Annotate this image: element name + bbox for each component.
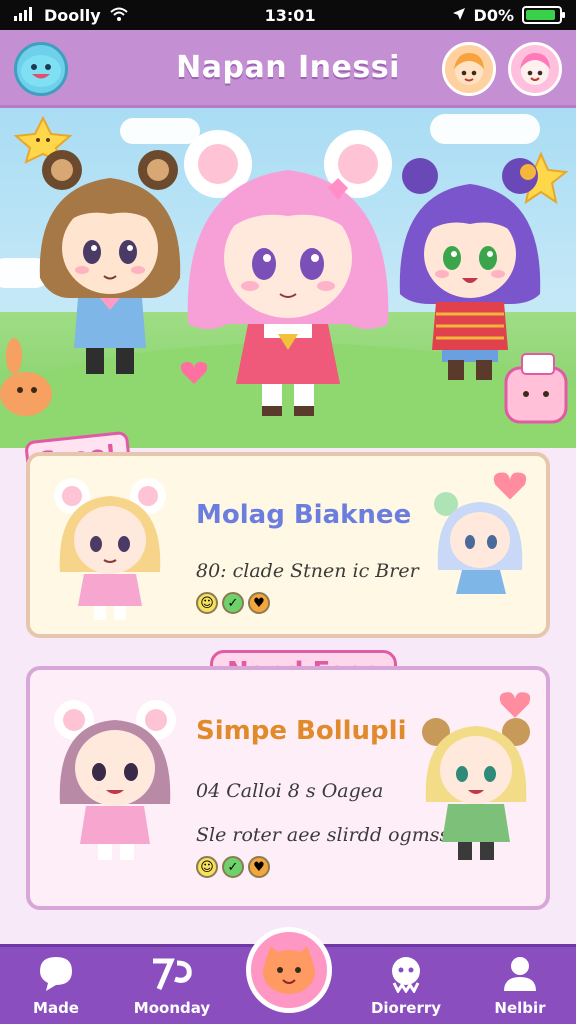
battery-level [526,10,555,20]
carrier-name: Doolly [44,5,101,25]
friend-avatar-icon[interactable] [442,42,496,96]
hero-scene [0,108,576,448]
app-header: Napan Inessi [0,30,576,108]
location-icon [452,6,466,25]
page-title: Napan Inessi [176,50,400,85]
heart-icon [493,472,527,500]
leaf-badge-icon: ✓ [222,856,244,878]
nav-item-diorerry[interactable]: Diorerry [356,953,456,1017]
heart-badge-icon: ♥ [248,592,270,614]
nav-label: Diorerry [370,999,442,1017]
nav-item-moonday[interactable]: Moonday [122,953,222,1017]
ghost-face-icon [392,957,420,993]
card-subtitle: 80: clade Stnen ic Brer [196,560,419,582]
mascot-home-icon [263,946,315,994]
card-title: Simpe Bollupli [196,716,407,746]
heart-icon [180,362,208,384]
card-title: Molag Biaknee [196,500,412,530]
heart-badge-icon: ♥ [248,856,270,878]
calendar-sparkle-icon [153,958,192,990]
card-subtitle: 04 Calloi 8 s Oagea [196,780,384,802]
heart-icon [499,692,531,718]
signal-icon [14,6,36,25]
chat-bubble-icon [40,957,72,991]
smile-badge-icon: ☺ [196,592,218,614]
nav-item-made[interactable]: Made [6,953,106,1017]
nav-label: Made [33,999,79,1017]
bottom-nav: Made Moonday Diorerry Nelbir [0,927,576,1024]
feature-card[interactable]: Molag Biaknee 80: clade Stnen ic Brer ☺ … [26,452,550,638]
chibi-card-avatar-mauve [54,700,176,860]
wifi-icon [109,6,129,25]
bunny-sticker-icon [0,338,52,416]
status-bar: Doolly 13:01 D0% [0,0,576,30]
home-button[interactable] [246,927,332,1013]
nav-label: Moonday [133,999,211,1017]
badge-row: ☺ ✓ ♥ [196,856,270,878]
battery-icon [522,6,565,24]
chibi-character-pink [184,130,392,416]
status-time: 13:01 [264,5,316,25]
badge-row: ☺ ✓ ♥ [196,592,270,614]
chibi-card-avatar-blonde-boy [422,718,530,860]
feature-card[interactable]: Simpe Bollupli 04 Calloi 8 s Oagea Sle r… [26,666,550,910]
profile-avatar-icon[interactable] [508,42,562,96]
app-logo-icon[interactable] [14,42,68,96]
status-right: D0% [452,5,565,25]
chibi-card-avatar-blonde [54,478,166,620]
smile-badge-icon: ☺ [196,856,218,878]
status-left: Doolly [14,6,129,25]
nav-item-nelbir[interactable]: Nelbir [470,953,570,1017]
cloud-decoration [430,114,540,144]
toaster-sticker-icon [504,353,568,424]
nav-label: Nelbir [494,999,546,1017]
leaf-badge-icon: ✓ [222,592,244,614]
chibi-card-avatar-silver [434,492,523,594]
user-profile-icon [504,957,536,991]
battery-text: D0% [473,5,514,25]
